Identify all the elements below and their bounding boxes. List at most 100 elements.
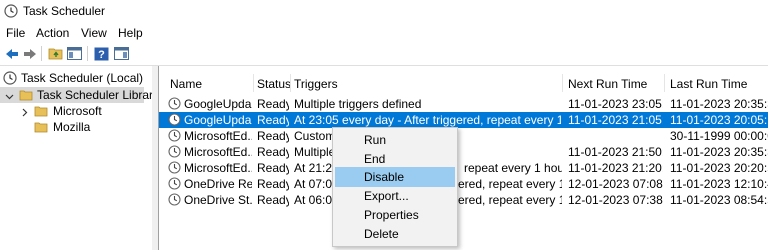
tree-item-library[interactable]: Task Scheduler Library (0, 87, 159, 104)
context-menu-end[interactable]: End (335, 149, 455, 169)
task-triggers-tail: repeat every 1 hour... (464, 161, 562, 175)
tree-label-library: Task Scheduler Library (37, 88, 160, 102)
task-clock-icon (168, 145, 181, 161)
task-status: Ready (257, 161, 289, 175)
task-status: Ready (257, 97, 289, 111)
table-row-selected[interactable]: GoogleUpda... Ready At 23:05 every day -… (159, 112, 768, 128)
column-separator[interactable] (290, 74, 291, 92)
chevron-right-icon[interactable] (20, 106, 29, 120)
folder-icon (34, 121, 48, 136)
task-last-run: 11-01-2023 20:20:52 (670, 161, 768, 175)
context-menu-export[interactable]: Export... (335, 186, 455, 206)
task-next-run: 11-01-2023 21:50:51 (568, 145, 663, 159)
task-name: OneDrive Re... (184, 177, 252, 191)
context-menu-run[interactable]: Run (335, 130, 455, 150)
forward-arrow-icon[interactable] (21, 45, 38, 62)
task-status: Ready (257, 129, 289, 143)
toolbar-separator (87, 46, 88, 61)
task-clock-icon (168, 97, 181, 113)
task-name: GoogleUpda... (184, 113, 252, 127)
table-row[interactable]: MicrosoftEd... Ready Custom 30-11-1999 0… (159, 128, 768, 144)
chevron-down-icon[interactable] (5, 90, 14, 104)
task-triggers: Multiple triggers defined (294, 97, 422, 111)
task-last-run: 11-01-2023 08:54:56 (670, 193, 768, 207)
table-row[interactable]: OneDrive St... Ready At 06:00 ered, repe… (159, 192, 768, 208)
navigation-tree: Task Scheduler (Local) Task Scheduler Li… (0, 66, 159, 250)
task-triggers: At 06:00 (294, 193, 334, 207)
help-icon[interactable]: ? (93, 45, 110, 62)
menu-help[interactable]: Help (118, 26, 143, 40)
folder-icon (34, 105, 48, 120)
context-menu-disable[interactable]: Disable (335, 167, 455, 187)
context-menu-delete[interactable]: Delete (335, 224, 455, 244)
task-last-run: 11-01-2023 20:05:10 (670, 113, 768, 127)
menu-action[interactable]: Action (36, 26, 69, 40)
task-onedrive-icon (168, 177, 181, 193)
tree-label-microsoft: Microsoft (53, 104, 102, 118)
column-separator[interactable] (253, 74, 254, 92)
menu-view[interactable]: View (81, 26, 107, 40)
task-triggers: At 21:20 (294, 161, 334, 175)
task-triggers-tail: ered, repeat every 1.... (458, 193, 562, 207)
task-next-run: 12-01-2023 07:38:45 (568, 193, 663, 207)
task-triggers: Custom (294, 129, 334, 143)
task-name: MicrosoftEd... (184, 129, 252, 143)
clock-icon (3, 71, 17, 88)
task-next-run: 11-01-2023 21:05:09 (568, 113, 663, 127)
svg-text:?: ? (98, 49, 105, 61)
task-last-run: 30-11-1999 00:00:00 (670, 129, 768, 143)
column-header-last-run[interactable]: Last Run Time (670, 77, 747, 91)
task-status: Ready (257, 177, 289, 191)
task-last-run: 11-01-2023 20:35:34 (670, 145, 768, 159)
column-separator[interactable] (562, 74, 563, 92)
task-status: Ready (257, 193, 289, 207)
task-next-run: 12-01-2023 07:08:28 (568, 177, 663, 191)
table-row[interactable]: OneDrive Re... Ready At 07:08 ered, repe… (159, 176, 768, 192)
title-bar: Task Scheduler (0, 0, 768, 22)
task-name: OneDrive St... (184, 193, 252, 207)
column-header-name[interactable]: Name (170, 77, 202, 91)
task-name: MicrosoftEd... (184, 145, 252, 159)
task-status: Ready (257, 145, 289, 159)
folder-up-icon[interactable] (47, 45, 64, 62)
task-triggers: At 23:05 every day - After triggered, re… (294, 113, 561, 127)
task-name: GoogleUpda... (184, 97, 252, 111)
table-row[interactable]: GoogleUpda... Ready Multiple triggers de… (159, 96, 768, 112)
window-title: Task Scheduler (23, 4, 106, 18)
task-next-run: 11-01-2023 23:05:09 (568, 97, 663, 111)
table-row[interactable]: MicrosoftEd... Ready Multiple 11-01-2023… (159, 144, 768, 160)
task-list: Name Status Triggers Next Run Time Last … (159, 66, 768, 250)
tree-item-mozilla[interactable]: Mozilla (0, 119, 152, 135)
properties-view-icon[interactable] (113, 45, 130, 62)
column-header-next-run[interactable]: Next Run Time (568, 77, 647, 91)
table-row[interactable]: MicrosoftEd... Ready At 21:20 repeat eve… (159, 160, 768, 176)
column-header-status[interactable]: Status (257, 77, 291, 91)
task-status: Ready (257, 113, 289, 127)
task-triggers-tail: ered, repeat every 1.... (458, 177, 562, 191)
task-clock-icon (168, 129, 181, 145)
task-last-run: 11-01-2023 12:10:45 (670, 177, 768, 191)
tree-item-root[interactable]: Task Scheduler (Local) (0, 70, 152, 86)
toolbar: ? (0, 42, 768, 64)
menu-file[interactable]: File (6, 26, 25, 40)
task-clock-icon (168, 113, 181, 129)
task-onedrive-icon (168, 193, 181, 209)
task-scheduler-clock-icon (4, 4, 18, 18)
context-menu-properties[interactable]: Properties (335, 205, 455, 225)
task-triggers: Multiple (294, 145, 334, 159)
toolbar-separator (41, 46, 42, 61)
task-next-run: 11-01-2023 21:20:51 (568, 161, 663, 175)
task-name: MicrosoftEd... (184, 161, 252, 175)
back-arrow-icon[interactable] (3, 45, 20, 62)
tree-label-root: Task Scheduler (Local) (21, 71, 144, 85)
folder-icon (19, 89, 33, 104)
column-separator[interactable] (664, 74, 665, 92)
context-menu: Run End Disable Export... Properties Del… (332, 127, 458, 247)
column-header-triggers[interactable]: Triggers (294, 77, 338, 91)
task-triggers: At 07:08 (294, 177, 334, 191)
tree-item-microsoft[interactable]: Microsoft (0, 103, 152, 119)
task-clock-icon (168, 161, 181, 177)
task-last-run: 11-01-2023 20:35:34 (670, 97, 768, 111)
tree-label-mozilla: Mozilla (53, 120, 91, 134)
show-hide-tree-icon[interactable] (66, 45, 83, 62)
